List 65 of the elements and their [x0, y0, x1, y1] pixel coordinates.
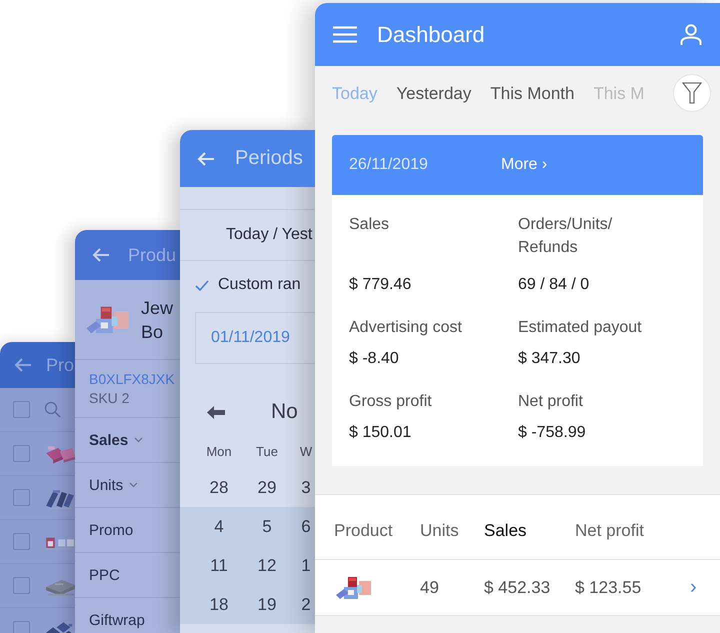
metric-value: $ 150.01 — [349, 423, 412, 443]
product-name: Bo — [141, 320, 164, 344]
weekday-label: Mon — [205, 444, 233, 458]
caret-icon — [134, 437, 144, 443]
screen-title: Produ — [128, 244, 176, 266]
sku-label: SKU 2 — [89, 390, 130, 406]
checkbox[interactable] — [13, 401, 30, 418]
column-header[interactable]: Sales — [484, 521, 575, 541]
caret-icon — [129, 482, 138, 488]
filter-button[interactable] — [673, 74, 711, 112]
table-cell-text: $ 452.33 — [484, 578, 552, 598]
metric-label: Estimated payout — [518, 318, 643, 338]
period-tab[interactable]: Yesterday — [396, 84, 472, 104]
metric-value: $ -758.99 — [518, 423, 587, 443]
table-cell-text: 49 — [420, 578, 440, 598]
back-arrow-icon[interactable] — [92, 247, 110, 263]
calendar-day[interactable]: 18 — [195, 594, 243, 614]
calendar-day[interactable]: 3 — [291, 478, 315, 498]
column-header[interactable]: Product — [334, 521, 420, 541]
calendar-day[interactable]: 29 — [243, 478, 291, 498]
metric-label: Net profit — [518, 392, 584, 412]
product-name: Jew — [141, 296, 174, 320]
chevron-icon[interactable]: › — [690, 576, 720, 599]
back-arrow-icon[interactable] — [14, 357, 32, 373]
metric-value: $ 347.30 — [518, 349, 582, 369]
checkbox[interactable] — [13, 489, 30, 506]
calendar-day[interactable]: 28 — [195, 478, 243, 498]
screen-title: Periods — [235, 147, 303, 170]
checkbox[interactable] — [13, 577, 30, 594]
metric-label: Gross profit — [349, 392, 433, 412]
more-link[interactable]: More › — [501, 156, 548, 174]
metric-label: Sales — [349, 215, 390, 235]
checkbox[interactable] — [13, 533, 30, 550]
column-header[interactable]: Net profit — [575, 521, 720, 541]
calendar-day[interactable]: 4 — [195, 516, 243, 536]
metric-value: $ 779.46 — [349, 275, 412, 295]
checkbox[interactable] — [13, 445, 30, 462]
month-label: No — [271, 400, 298, 424]
filter-icon — [682, 82, 702, 104]
period-tab[interactable]: This Month — [490, 84, 574, 104]
screen-title: Pro — [46, 354, 74, 376]
metric-label: Advertising cost — [349, 318, 463, 338]
screen-title: Dashboard — [377, 22, 486, 48]
menu-icon[interactable] — [333, 26, 357, 43]
weekday-label: Tue — [255, 444, 279, 458]
calendar-day[interactable]: 12 — [243, 556, 291, 576]
calendar-day[interactable]: 5 — [243, 516, 291, 536]
weekday-label: W — [298, 444, 314, 458]
calendar-day[interactable]: 19 — [243, 594, 291, 614]
calendar-day[interactable]: 6 — [291, 516, 315, 536]
previous-month-icon[interactable] — [207, 406, 225, 418]
metric-label: Orders/Units/Refunds — [518, 215, 614, 258]
metric-value: $ -8.40 — [349, 349, 400, 369]
calendar-day[interactable]: 1 — [291, 556, 315, 576]
summary-date: 26/11/2019 — [348, 156, 429, 174]
calendar-day[interactable]: 2 — [291, 594, 315, 614]
calendar-day[interactable]: 11 — [195, 556, 243, 576]
checkbox[interactable] — [13, 621, 30, 633]
search-icon[interactable] — [44, 401, 61, 418]
table-cell-text: $ 123.55 — [575, 578, 642, 598]
user-icon[interactable] — [680, 24, 702, 46]
check-icon — [195, 280, 209, 290]
period-option[interactable]: Custom ran — [180, 261, 315, 309]
metric-value: 69 / 84 / 0 — [518, 275, 590, 295]
column-header[interactable]: Units — [420, 521, 484, 541]
